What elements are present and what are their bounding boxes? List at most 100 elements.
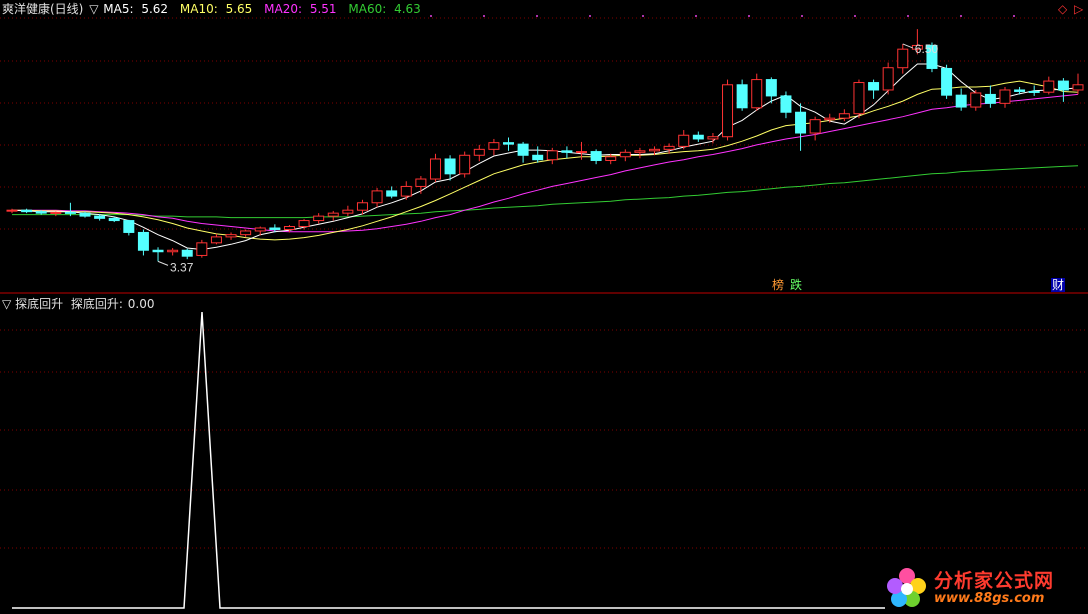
candle-body — [868, 82, 880, 91]
candle-body — [225, 234, 237, 238]
high-marker-leader — [902, 43, 913, 49]
candle-body — [371, 190, 383, 204]
candle-body — [79, 212, 91, 217]
candle-body — [941, 67, 953, 96]
kline-chart[interactable]: 6.50 3.37 — [0, 0, 1088, 294]
signal-dot — [854, 15, 856, 17]
candle-body — [984, 93, 996, 104]
signal-dot — [748, 15, 750, 17]
candle-body — [283, 226, 295, 230]
ma5-label: MA5: — [103, 2, 134, 16]
kline-header: 爽洋健康(日线) ▽ MA5: 5.62 MA10: 5.65 MA20: 5.… — [2, 1, 429, 17]
candle-body — [853, 82, 865, 115]
indicator-collapse-icon[interactable]: ▽ — [2, 297, 11, 311]
right-arrow-icon[interactable]: ▷ — [1074, 2, 1083, 16]
stock-title[interactable]: 爽洋健康(日线) — [2, 2, 83, 16]
ma20-label: MA20: — [264, 2, 303, 16]
collapse-icon[interactable]: ▽ — [89, 2, 98, 16]
candle-body — [356, 202, 368, 211]
signal-dot — [1013, 15, 1015, 17]
candle-body — [488, 142, 500, 150]
diamond-icon[interactable]: ◇ — [1058, 2, 1067, 16]
kline-panel[interactable]: 6.50 3.37 — [0, 0, 1088, 294]
candle — [327, 210, 339, 221]
candle — [225, 232, 237, 240]
candle-body — [678, 134, 690, 147]
candle-body — [269, 227, 281, 230]
candle — [342, 205, 354, 217]
candle-body — [240, 230, 252, 236]
candle — [838, 109, 850, 122]
candle-body — [181, 249, 193, 257]
candle-body — [123, 220, 135, 233]
candle-body — [35, 211, 47, 214]
candle-body — [415, 178, 427, 187]
candle — [371, 187, 383, 208]
signal-dot — [960, 15, 962, 17]
candle — [210, 233, 222, 245]
ma5-value: 5.62 — [141, 2, 169, 16]
candle — [502, 137, 514, 151]
signal-dot — [642, 15, 644, 17]
low-marker-leader — [157, 260, 169, 266]
candle — [634, 147, 646, 159]
candle — [619, 149, 631, 162]
candle — [780, 91, 792, 119]
candle — [488, 138, 500, 156]
candle-body — [634, 150, 646, 153]
candle-body — [838, 113, 850, 119]
signal-dot — [483, 15, 485, 17]
ma10-label: MA10: — [179, 2, 218, 16]
candle-body — [298, 220, 310, 228]
tag-bang[interactable]: 榜 — [771, 278, 785, 292]
candle-body — [590, 151, 602, 161]
candle-body — [517, 143, 529, 156]
candle — [517, 141, 529, 163]
candle-body — [1072, 84, 1084, 91]
candle — [313, 213, 325, 224]
candle — [6, 208, 18, 214]
candle-body — [692, 134, 704, 140]
ma60-value: 4.63 — [394, 2, 421, 16]
low-price-label: 3.37 — [170, 260, 194, 274]
ma20-value: 5.51 — [309, 2, 337, 16]
candle-body — [313, 215, 325, 222]
signal-dot — [536, 15, 538, 17]
candle-body — [196, 242, 208, 256]
candle — [1072, 73, 1084, 95]
candle — [123, 219, 135, 236]
candle-body — [108, 217, 120, 222]
candle-body — [780, 95, 792, 113]
flower-logo-icon — [887, 568, 926, 607]
tag-cai[interactable]: 财 — [1051, 278, 1066, 292]
candle-body — [561, 150, 573, 153]
candle — [152, 247, 164, 262]
candle-body — [6, 209, 18, 212]
candle — [196, 239, 208, 258]
candle — [532, 146, 544, 163]
ma5-legend: MA5: 5.62 — [103, 2, 172, 16]
candle-body — [751, 79, 763, 109]
tag-die[interactable]: 跌 — [789, 278, 803, 292]
candle — [181, 248, 193, 260]
ma60-line — [12, 165, 1079, 219]
candle-body — [342, 209, 354, 214]
indicator-header: ▽ 探底回升 探底回升: 0.00 — [2, 296, 159, 312]
logo-title: 分析家公式网 — [934, 570, 1055, 592]
high-price-label: 6.50 — [915, 42, 939, 56]
candle-body — [809, 119, 821, 134]
candle — [941, 64, 953, 99]
candle-body — [619, 151, 631, 158]
candle — [590, 149, 602, 165]
candle-body — [605, 156, 617, 161]
candle-body — [94, 215, 106, 219]
site-logo: 分析家公式网 www.88gs.com — [882, 566, 1082, 610]
candle-body — [50, 211, 62, 214]
candle-body — [882, 67, 894, 91]
indicator-name[interactable]: 探底回升 — [15, 297, 63, 311]
candle-body — [824, 117, 836, 121]
candle-body — [546, 150, 558, 161]
indicator-series-label: 探底回升: — [70, 297, 123, 311]
candle — [809, 116, 821, 141]
candle-body — [663, 145, 675, 150]
